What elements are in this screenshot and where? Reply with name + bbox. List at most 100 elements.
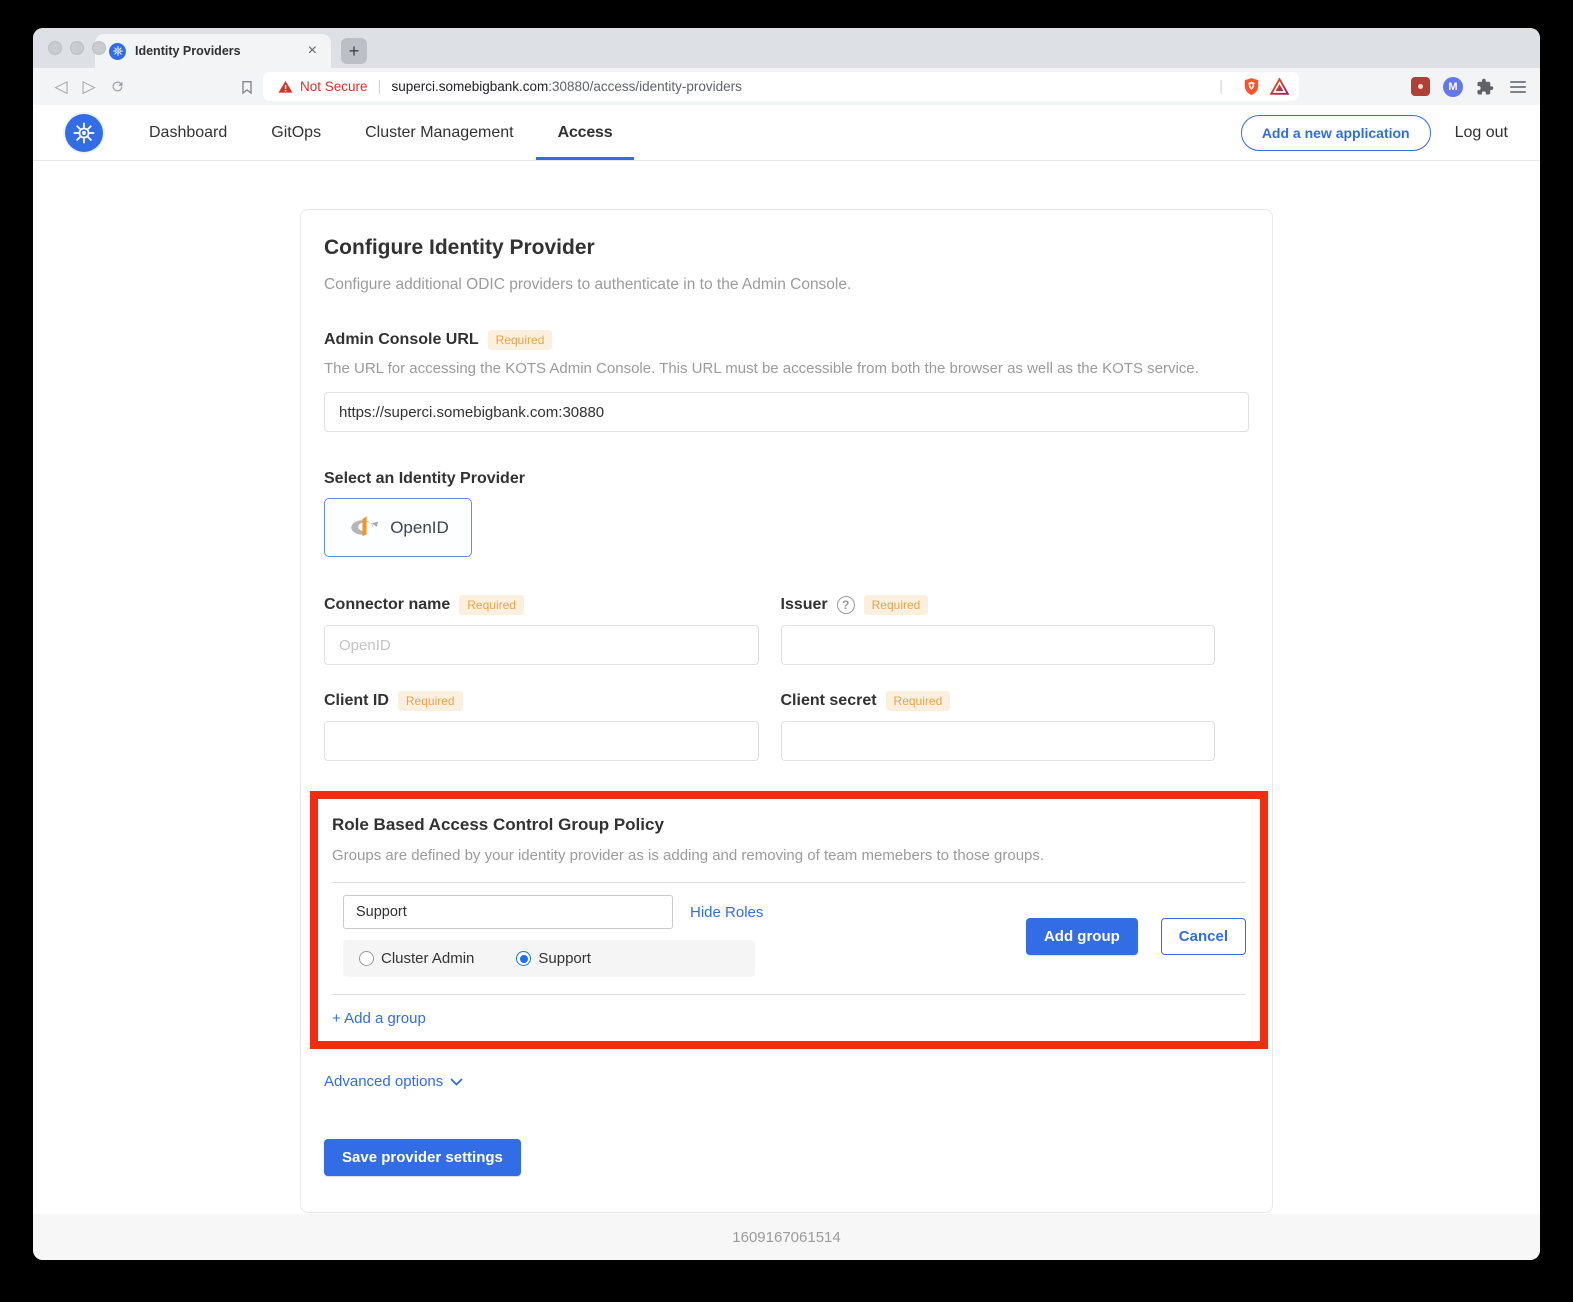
connector-name-label: Connector name	[324, 596, 450, 614]
divider	[332, 882, 1246, 883]
hide-roles-link[interactable]: Hide Roles	[690, 904, 763, 921]
issuer-field: Issuer ? Required	[781, 595, 1216, 665]
menu-button[interactable]	[1510, 81, 1526, 93]
issuer-input[interactable]	[781, 625, 1216, 665]
tab-strip: Identity Providers × +	[33, 28, 1540, 68]
screenshot-stage: Identity Providers × + ◁ ▷ Not Secure | …	[0, 0, 1573, 1302]
client-id-field: Client ID Required	[324, 691, 759, 761]
brave-shield-icon[interactable]	[1243, 77, 1260, 96]
bookmark-icon[interactable]	[239, 79, 255, 95]
browser-window: Identity Providers × + ◁ ▷ Not Secure | …	[33, 28, 1540, 1260]
client-id-label: Client ID	[324, 692, 389, 710]
rbac-group-policy-section-highlighted: Role Based Access Control Group Policy G…	[310, 791, 1268, 1049]
roles-panel: Cluster Admin Support	[343, 940, 755, 977]
radio-button-icon	[516, 951, 531, 966]
divider	[332, 994, 1246, 995]
connector-fields-grid: Connector name Required Issuer ? Require…	[324, 595, 1215, 761]
cancel-button[interactable]: Cancel	[1161, 918, 1246, 955]
openid-label: OpenID	[390, 518, 449, 538]
puzzle-icon[interactable]	[1476, 78, 1494, 96]
rbac-description: Groups are defined by your identity prov…	[332, 847, 1246, 864]
configure-identity-provider-card: Configure Identity Provider Configure ad…	[300, 209, 1273, 1213]
url-text[interactable]: superci.somebigbank.com:30880/access/ide…	[391, 79, 1209, 94]
browser-toolbar: ◁ ▷ Not Secure | superci.somebigbank.com…	[33, 68, 1540, 105]
profile-avatar[interactable]: M	[1443, 77, 1463, 97]
tab-close-icon[interactable]: ×	[304, 41, 321, 61]
advanced-options-link[interactable]: Advanced options	[324, 1073, 463, 1090]
kubernetes-favicon	[109, 43, 126, 60]
not-secure-label[interactable]: Not Secure	[300, 79, 368, 94]
forward-button[interactable]: ▷	[75, 77, 103, 97]
url-divider-2: |	[1219, 78, 1223, 95]
url-bar[interactable]: Not Secure | superci.somebigbank.com:308…	[263, 72, 1299, 101]
required-badge: Required	[488, 330, 553, 350]
url-domain: superci.somebigbank.com	[391, 79, 548, 94]
select-provider-label: Select an Identity Provider	[324, 470, 525, 488]
bat-rewards-icon[interactable]	[1270, 78, 1289, 95]
admin-console-url-help: The URL for accessing the KOTS Admin Con…	[324, 360, 1249, 377]
client-id-input[interactable]	[324, 721, 759, 761]
required-badge: Required	[886, 691, 951, 711]
app-navbar: Dashboard GitOps Cluster Management Acce…	[33, 105, 1540, 161]
advanced-options-label: Advanced options	[324, 1073, 443, 1090]
role-label: Support	[538, 950, 591, 967]
client-secret-input[interactable]	[781, 721, 1216, 761]
select-provider-section: Select an Identity Provider OpenID	[324, 470, 1249, 557]
openid-provider-button[interactable]: OpenID	[324, 498, 472, 557]
required-badge: Required	[459, 595, 524, 615]
extension-icon[interactable]	[1411, 77, 1430, 96]
url-divider: |	[378, 78, 382, 95]
url-path: :30880/access/identity-providers	[548, 79, 742, 94]
back-button[interactable]: ◁	[47, 77, 75, 97]
page-title: Configure Identity Provider	[324, 236, 1249, 260]
nav-item-gitops[interactable]: GitOps	[249, 105, 343, 160]
radio-button-icon	[359, 951, 374, 966]
new-tab-button[interactable]: +	[341, 38, 367, 64]
nav-items: Dashboard GitOps Cluster Management Acce…	[127, 105, 634, 160]
nav-item-cluster-management[interactable]: Cluster Management	[343, 105, 536, 160]
add-group-button[interactable]: Add group	[1026, 918, 1138, 955]
extension-icons: M	[1411, 77, 1526, 97]
group-editor: Hide Roles Cluster Admin Support	[332, 895, 763, 977]
browser-tab[interactable]: Identity Providers ×	[95, 34, 331, 68]
nav-item-access[interactable]: Access	[536, 105, 635, 160]
chevron-down-icon	[450, 1078, 463, 1086]
client-secret-label: Client secret	[781, 692, 877, 710]
role-label: Cluster Admin	[381, 950, 474, 967]
window-controls	[48, 41, 106, 55]
rbac-title: Role Based Access Control Group Policy	[332, 815, 1246, 835]
issuer-label: Issuer	[781, 596, 828, 614]
page-subtitle: Configure additional ODIC providers to a…	[324, 276, 1249, 294]
minimize-window-button[interactable]	[70, 41, 84, 55]
group-editor-row: Hide Roles Cluster Admin Support	[332, 895, 1246, 977]
logout-button[interactable]: Log out	[1455, 124, 1508, 142]
role-radio-support[interactable]: Support	[516, 950, 591, 967]
urlbar-icons: |	[1219, 77, 1289, 96]
kubernetes-logo-icon[interactable]	[65, 114, 103, 152]
connector-name-input[interactable]	[324, 625, 759, 665]
add-new-application-button[interactable]: Add a new application	[1241, 115, 1431, 151]
footer-timestamp: 1609167061514	[732, 1229, 840, 1246]
tab-title: Identity Providers	[135, 44, 304, 58]
group-actions: Add group Cancel	[1026, 918, 1246, 955]
admin-console-url-input[interactable]	[324, 392, 1249, 432]
admin-console-url-section: Admin Console URL Required The URL for a…	[324, 330, 1249, 432]
save-row: Save provider settings	[324, 1139, 1249, 1176]
reload-button[interactable]	[103, 79, 131, 94]
connector-name-field: Connector name Required	[324, 595, 759, 665]
role-radio-cluster-admin[interactable]: Cluster Admin	[359, 950, 474, 967]
save-provider-settings-button[interactable]: Save provider settings	[324, 1139, 521, 1176]
group-name-input[interactable]	[343, 895, 673, 929]
required-badge: Required	[864, 595, 929, 615]
required-badge: Required	[398, 691, 463, 711]
warning-triangle-icon	[277, 79, 294, 95]
close-window-button[interactable]	[48, 41, 62, 55]
nav-item-dashboard[interactable]: Dashboard	[127, 105, 249, 160]
page-content: Configure Identity Provider Configure ad…	[33, 161, 1540, 1214]
help-icon[interactable]: ?	[837, 596, 855, 614]
add-a-group-link[interactable]: + Add a group	[332, 1010, 426, 1027]
zoom-window-button[interactable]	[92, 41, 106, 55]
window-footer: 1609167061514	[33, 1214, 1540, 1260]
nav-right: Add a new application Log out	[1241, 115, 1508, 151]
admin-console-url-label: Admin Console URL	[324, 331, 479, 349]
